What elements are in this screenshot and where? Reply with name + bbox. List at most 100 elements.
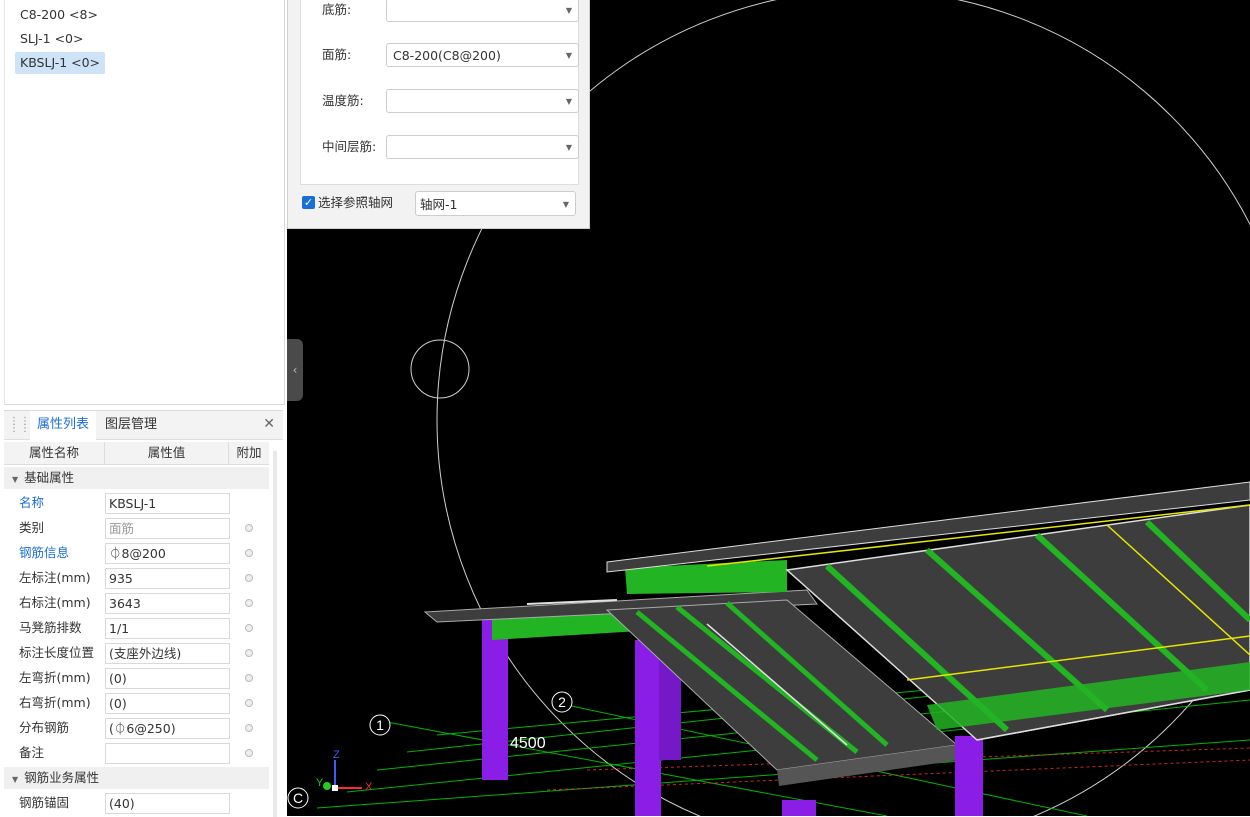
- extra-checkbox[interactable]: [245, 624, 253, 632]
- prop-value-input[interactable]: [105, 743, 230, 764]
- component-tree-panel: C8-200 <8> SLJ-1 <0> KBSLJ-1 <0>: [4, 0, 285, 405]
- extra-checkbox[interactable]: [245, 749, 253, 757]
- group-title: 钢筋业务属性: [24, 770, 100, 785]
- table-row: 类别 面筋: [4, 515, 269, 540]
- bottom-rebar-select[interactable]: ▼: [386, 0, 579, 22]
- tree-item-kbslj-1[interactable]: KBSLJ-1 <0>: [15, 52, 106, 74]
- prop-value-input[interactable]: 3643: [105, 593, 230, 614]
- dropdown-arrow-icon: ▼: [565, 51, 572, 60]
- table-row: 钢筋信息 ⏀8@200: [4, 540, 269, 565]
- prop-name: 类别: [19, 520, 45, 535]
- tab-layer-management[interactable]: 图层管理: [98, 411, 164, 439]
- rebar-settings-dialog: 底筋: ▼ 面筋: C8-200(C8@200) ▼ 温度筋: ▼ 中间层筋: ▼…: [287, 0, 590, 229]
- dropdown-arrow-icon: ▼: [565, 143, 572, 152]
- collapse-panel-button[interactable]: ‹: [287, 339, 303, 401]
- rebar-fields-group: 底筋: ▼ 面筋: C8-200(C8@200) ▼ 温度筋: ▼ 中间层筋: ▼: [300, 0, 579, 185]
- dropdown-arrow-icon: ▼: [565, 6, 572, 15]
- column-header-name: 属性名称: [4, 442, 105, 464]
- reference-axis-checkbox[interactable]: ✓: [302, 196, 315, 209]
- axis-marker-c[interactable]: C: [287, 787, 309, 809]
- svg-text:X: X: [365, 781, 373, 793]
- extra-checkbox[interactable]: [245, 649, 253, 657]
- svg-text:1: 1: [376, 717, 384, 733]
- tree-item-c8-200[interactable]: C8-200 <8>: [15, 4, 103, 26]
- group-title: 基础属性: [24, 470, 75, 485]
- axis-gizmo: Z X Y: [316, 749, 373, 793]
- prop-value-input[interactable]: 1/1: [105, 618, 230, 639]
- prop-value-input[interactable]: (0): [105, 668, 230, 689]
- table-row: 右标注(mm) 3643: [4, 590, 269, 615]
- middle-layer-rebar-select[interactable]: ▼: [386, 135, 579, 159]
- tab-property-list[interactable]: 属性列表: [30, 411, 97, 441]
- table-row: 分布钢筋 (⏀6@250): [4, 715, 269, 740]
- extra-checkbox[interactable]: [245, 599, 253, 607]
- dropdown-arrow-icon: ▼: [565, 97, 572, 106]
- vertical-scrollbar[interactable]: [273, 451, 277, 817]
- dropdown-arrow-icon: ▼: [562, 200, 569, 209]
- chevron-left-icon: ‹: [292, 363, 298, 377]
- svg-text:C: C: [293, 790, 303, 806]
- group-rebar-business-properties[interactable]: ▼ 钢筋业务属性: [4, 767, 269, 789]
- group-basic-properties[interactable]: ▼ 基础属性: [4, 467, 269, 489]
- axis-grid-select[interactable]: 轴网-1 ▼: [415, 191, 576, 216]
- top-rebar-select[interactable]: C8-200(C8@200) ▼: [386, 43, 579, 67]
- prop-value-input[interactable]: (⏀6@250): [105, 718, 230, 739]
- prop-name: 马凳筋排数: [19, 620, 82, 635]
- svg-text:2: 2: [558, 694, 566, 710]
- table-row: 备注: [4, 740, 269, 765]
- prop-name: 左弯折(mm): [19, 670, 91, 685]
- dimension-label: 4500: [510, 735, 546, 752]
- prop-name: 名称: [19, 495, 45, 510]
- prop-value-input[interactable]: (0): [105, 693, 230, 714]
- prop-name: 右弯折(mm): [19, 695, 91, 710]
- prop-value-input[interactable]: (支座外边线): [105, 643, 230, 664]
- top-rebar-label: 面筋:: [322, 47, 352, 62]
- column-header-value: 属性值: [105, 442, 229, 464]
- prop-value-input[interactable]: ⏀8@200: [105, 543, 230, 564]
- caret-down-icon: ▼: [12, 475, 19, 484]
- prop-name: 钢筋锚固: [19, 795, 70, 810]
- table-row: 名称 KBSLJ-1: [4, 490, 269, 515]
- extra-checkbox[interactable]: [245, 724, 253, 732]
- select-value: C8-200(C8@200): [393, 48, 501, 63]
- reference-axis-label[interactable]: 选择参照轴网: [318, 191, 393, 215]
- prop-name: 标注长度位置: [19, 645, 95, 660]
- table-row: 马凳筋排数 1/1: [4, 615, 269, 640]
- prop-name: 左标注(mm): [19, 570, 91, 585]
- prop-name: 右标注(mm): [19, 595, 91, 610]
- axis-marker-2[interactable]: 2: [551, 691, 573, 713]
- column-header-extra: 附加: [236, 445, 262, 460]
- prop-value-input[interactable]: KBSLJ-1: [105, 493, 230, 514]
- table-row: 标注长度位置 (支座外边线): [4, 640, 269, 665]
- prop-value-input[interactable]: (40): [105, 793, 230, 814]
- extra-checkbox[interactable]: [245, 574, 253, 582]
- select-value: 轴网-1: [420, 197, 458, 212]
- prop-name: 钢筋信息: [19, 545, 70, 560]
- property-panel: ⋮⋮ ⋮⋮ 属性列表 图层管理 ✕ 属性名称 属性值 附加 ▼ 基础属性 名称 KB…: [4, 410, 283, 817]
- property-tabs: ⋮⋮ ⋮⋮ 属性列表 图层管理 ✕: [4, 411, 283, 441]
- prop-value-input[interactable]: 935: [105, 568, 230, 589]
- close-icon[interactable]: ✕: [263, 416, 275, 432]
- prop-name: 备注: [19, 745, 45, 760]
- caret-down-icon: ▼: [12, 775, 19, 784]
- table-row: 左弯折(mm) (0): [4, 665, 269, 690]
- extra-checkbox[interactable]: [245, 674, 253, 682]
- table-row: 右弯折(mm) (0): [4, 690, 269, 715]
- svg-text:Z: Z: [333, 749, 340, 761]
- drag-handle-icon[interactable]: ⋮⋮ ⋮⋮: [9, 417, 30, 434]
- middle-layer-rebar-label: 中间层筋:: [322, 139, 377, 154]
- temperature-rebar-label: 温度筋:: [322, 93, 364, 108]
- table-row: 钢筋锚固 (40): [4, 790, 269, 815]
- extra-checkbox[interactable]: [245, 549, 253, 557]
- temperature-rebar-select[interactable]: ▼: [386, 89, 579, 113]
- prop-value-input[interactable]: 面筋: [105, 518, 230, 539]
- table-row: 左标注(mm) 935: [4, 565, 269, 590]
- tree-item-slj-1[interactable]: SLJ-1 <0>: [15, 28, 88, 50]
- bottom-rebar-label: 底筋:: [322, 2, 352, 17]
- property-table-header: 属性名称 属性值 附加: [4, 442, 269, 465]
- axis-marker-1[interactable]: 1: [369, 714, 391, 736]
- prop-name: 分布钢筋: [19, 720, 70, 735]
- extra-checkbox[interactable]: [245, 524, 253, 532]
- svg-text:Y: Y: [316, 777, 324, 789]
- extra-checkbox[interactable]: [245, 699, 253, 707]
